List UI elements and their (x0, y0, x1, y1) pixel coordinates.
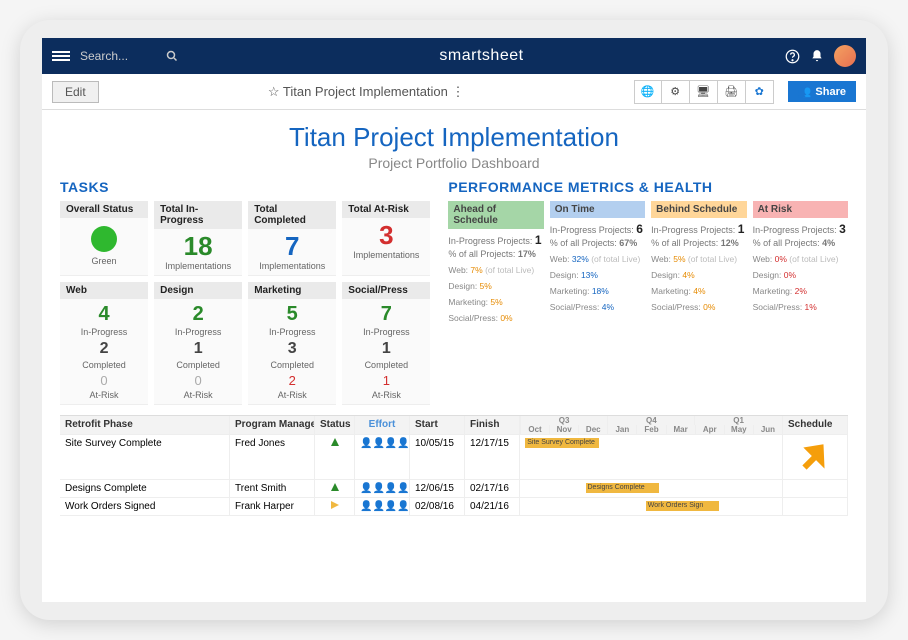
arrow-up-icon (331, 483, 339, 491)
perf-column: On TimeIn-Progress Projects: 6% of all P… (550, 201, 645, 323)
summary-card: Total Completed7Implementations (248, 201, 336, 276)
search-icon[interactable] (166, 50, 178, 62)
edit-button[interactable]: Edit (52, 81, 99, 103)
column-header: Start (410, 416, 465, 434)
column-header: Q3Q4Q1OctNovDecJanFebMarAprMayJun (520, 416, 783, 434)
avatar[interactable] (834, 45, 856, 67)
share-button[interactable]: 👥 Share (788, 81, 856, 102)
column-header: Schedule (783, 416, 848, 434)
table-row[interactable]: Designs CompleteTrent Smith👤👤👤👤12/06/150… (60, 480, 848, 498)
category-card: Social/Press7In-Progress1Completed1At-Ri… (342, 282, 430, 405)
breadcrumb: ☆ Titan Project Implementation ⋮ (107, 84, 626, 100)
perf-column: Ahead of ScheduleIn-Progress Projects: 1… (448, 201, 543, 323)
sliders-icon[interactable]: ⚙ (662, 80, 690, 104)
column-header: Effort (355, 416, 410, 434)
summary-card: Total In-Progress18Implementations (154, 201, 242, 276)
bell-icon[interactable] (810, 49, 824, 63)
trend-arrow-icon (794, 435, 836, 477)
category-card: Web4In-Progress2Completed0At-Risk (60, 282, 148, 405)
status-indicator (91, 226, 117, 252)
brand-logo: smartsheet (188, 47, 775, 65)
column-header: Retrofit Phase (60, 416, 230, 434)
summary-card: Overall StatusGreen (60, 201, 148, 276)
tasks-heading: TASKS (60, 179, 430, 195)
table-row[interactable]: Work Orders SignedFrank Harper👤👤👤👤02/08/… (60, 498, 848, 516)
search-input[interactable] (80, 49, 160, 63)
page-subtitle: Project Portfolio Dashboard (60, 155, 848, 171)
category-card: Design2In-Progress1Completed0At-Risk (154, 282, 242, 405)
table-row[interactable]: Site Survey CompleteFred Jones👤👤👤👤10/05/… (60, 435, 848, 480)
gear-icon[interactable]: ✿ (746, 80, 774, 104)
print-icon[interactable]: 🖨 (718, 80, 746, 104)
summary-card: Total At-Risk3Implementations (342, 201, 430, 276)
globe-icon[interactable]: 🌐 (634, 80, 662, 104)
column-header: Status (315, 416, 355, 434)
column-header: Finish (465, 416, 520, 434)
arrow-up-icon (331, 438, 339, 446)
column-header: Program Manager (230, 416, 315, 434)
perf-column: At RiskIn-Progress Projects: 3% of all P… (753, 201, 848, 323)
page-title: Titan Project Implementation (60, 122, 848, 153)
menu-icon[interactable] (52, 49, 70, 63)
perf-heading: PERFORMANCE METRICS & HEALTH (448, 179, 848, 195)
arrow-right-icon (331, 501, 339, 509)
help-icon[interactable] (785, 49, 800, 64)
category-card: Marketing5In-Progress3Completed2At-Risk (248, 282, 336, 405)
perf-column: Behind ScheduleIn-Progress Projects: 1% … (651, 201, 746, 323)
monitor-icon[interactable]: 🖥 (690, 80, 718, 104)
